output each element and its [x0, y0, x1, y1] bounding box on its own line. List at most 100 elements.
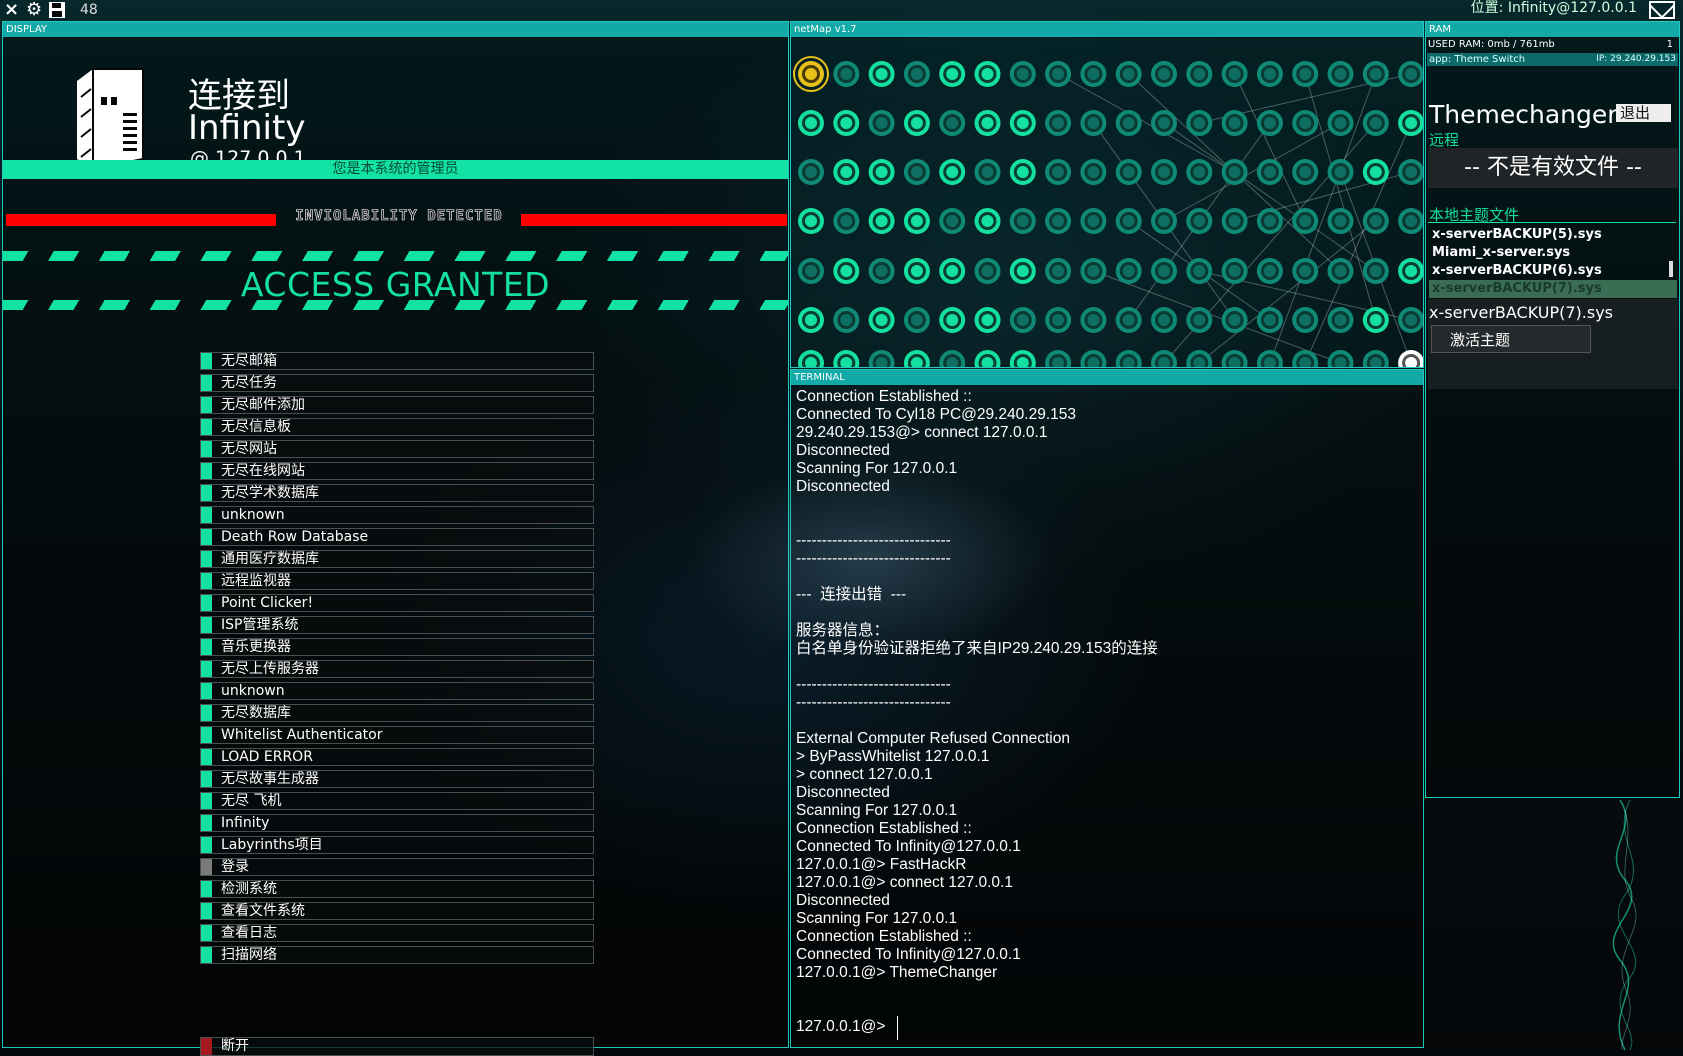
menu-item[interactable]: Death Row Database: [200, 528, 594, 546]
netmap-node[interactable]: [833, 307, 860, 333]
menu-item[interactable]: 无尽邮件添加: [200, 396, 594, 414]
netmap-node[interactable]: [1045, 208, 1072, 234]
menu-item[interactable]: 无尽故事生成器: [200, 770, 594, 788]
netmap-node[interactable]: [1009, 159, 1036, 185]
netmap-node[interactable]: [1362, 159, 1389, 185]
menu-item[interactable]: 检测系统: [200, 880, 594, 898]
netmap-node[interactable]: [1045, 61, 1072, 87]
netmap-node[interactable]: [1221, 159, 1248, 185]
menu-item[interactable]: unknown: [200, 506, 594, 524]
netmap-node[interactable]: [939, 159, 966, 185]
netmap-node[interactable]: [1115, 159, 1142, 185]
netmap-node[interactable]: [1151, 159, 1177, 185]
netmap-node[interactable]: [903, 61, 930, 87]
netmap-node[interactable]: [798, 159, 824, 185]
netmap-node[interactable]: [1080, 350, 1107, 367]
netmap-node[interactable]: [1256, 110, 1283, 136]
netmap-node[interactable]: [939, 61, 966, 87]
netmap-node[interactable]: [1292, 208, 1319, 234]
netmap-node[interactable]: [833, 350, 860, 367]
menu-item[interactable]: 通用医疗数据库: [200, 550, 594, 568]
menu-item[interactable]: LOAD ERROR: [200, 748, 594, 766]
menu-item[interactable]: 无尽信息板: [200, 418, 594, 436]
netmap-node[interactable]: [1186, 159, 1213, 185]
menu-item[interactable]: Infinity: [200, 814, 594, 832]
netmap-node[interactable]: [1186, 110, 1213, 136]
netmap-node[interactable]: [974, 258, 1001, 284]
netmap-node[interactable]: [939, 350, 966, 367]
netmap-node[interactable]: [1009, 258, 1036, 284]
netmap-node[interactable]: [1362, 61, 1389, 87]
menu-item[interactable]: 无尽 飞机: [200, 792, 594, 810]
netmap-node[interactable]: [1151, 110, 1177, 136]
netmap-node[interactable]: [1362, 110, 1389, 136]
menu-item[interactable]: 查看日志: [200, 924, 594, 942]
menu-item[interactable]: ISP管理系统: [200, 616, 594, 634]
netmap-node[interactable]: [939, 258, 966, 284]
netmap-node[interactable]: [1151, 307, 1177, 333]
netmap-node[interactable]: [1115, 208, 1142, 234]
netmap-node[interactable]: [1327, 307, 1354, 333]
netmap-node[interactable]: [1009, 350, 1036, 367]
netmap-node[interactable]: [1080, 159, 1107, 185]
menu-item[interactable]: 登录: [200, 858, 594, 876]
netmap-node[interactable]: [1256, 307, 1283, 333]
app-bar[interactable]: app: Theme Switch IP: 29.240.29.153: [1427, 53, 1678, 66]
netmap-node[interactable]: [1115, 307, 1142, 333]
netmap-node[interactable]: [833, 61, 860, 87]
netmap-node[interactable]: [903, 307, 930, 333]
netmap-node[interactable]: [833, 159, 860, 185]
netmap-node[interactable]: [939, 307, 966, 333]
menu-item[interactable]: 无尽邮箱: [200, 352, 594, 370]
netmap-node[interactable]: [1362, 258, 1389, 284]
netmap-node[interactable]: [974, 110, 1001, 136]
netmap-node[interactable]: [1151, 208, 1177, 234]
netmap-node[interactable]: [798, 258, 824, 284]
activate-theme-button[interactable]: 激活主题: [1431, 325, 1591, 353]
theme-file-item[interactable]: x-serverBACKUP(6).sys: [1429, 262, 1677, 280]
netmap-node[interactable]: [1327, 350, 1354, 367]
netmap-node[interactable]: [1186, 350, 1213, 367]
netmap-node[interactable]: [939, 208, 966, 234]
exit-button[interactable]: 退出: [1616, 104, 1671, 122]
netmap-node[interactable]: [1292, 307, 1319, 333]
netmap-node[interactable]: [868, 208, 895, 234]
netmap-node[interactable]: [868, 307, 895, 333]
netmap-node[interactable]: [1292, 61, 1319, 87]
netmap-node[interactable]: [1292, 350, 1319, 367]
netmap-node[interactable]: [868, 61, 895, 87]
netmap-node[interactable]: [1362, 307, 1389, 333]
menu-item[interactable]: 无尽数据库: [200, 704, 594, 722]
netmap-node[interactable]: [1221, 208, 1248, 234]
netmap-node-home[interactable]: [1398, 350, 1423, 367]
netmap-node[interactable]: [1398, 159, 1423, 185]
netmap-node[interactable]: [1327, 159, 1354, 185]
netmap-node[interactable]: [868, 350, 895, 367]
netmap-node[interactable]: [1221, 61, 1248, 87]
netmap-node[interactable]: [1151, 258, 1177, 284]
netmap-node[interactable]: [1398, 110, 1423, 136]
close-icon[interactable]: ×: [4, 0, 19, 20]
netmap-node[interactable]: [1186, 208, 1213, 234]
netmap-node[interactable]: [1327, 110, 1354, 136]
netmap-node[interactable]: [1256, 350, 1283, 367]
netmap-node[interactable]: [939, 110, 966, 136]
netmap-node[interactable]: [1045, 258, 1072, 284]
netmap-node[interactable]: [903, 110, 930, 136]
netmap-node[interactable]: [1256, 159, 1283, 185]
netmap-node[interactable]: [1398, 61, 1423, 87]
netmap-node[interactable]: [1186, 61, 1213, 87]
menu-item[interactable]: 无尽网站: [200, 440, 594, 458]
menu-item[interactable]: 扫描网络: [200, 946, 594, 964]
netmap-node[interactable]: [1327, 61, 1354, 87]
netmap-node[interactable]: [1221, 258, 1248, 284]
netmap-node[interactable]: [1045, 350, 1072, 367]
netmap-node[interactable]: [974, 61, 1001, 87]
netmap-node[interactable]: [903, 159, 930, 185]
netmap-node[interactable]: [798, 307, 824, 333]
menu-item[interactable]: Labyrinths项目: [200, 836, 594, 854]
menu-item[interactable]: 查看文件系统: [200, 902, 594, 920]
netmap-node[interactable]: [1115, 110, 1142, 136]
netmap-node[interactable]: [974, 307, 1001, 333]
disconnect-button[interactable]: 断开: [200, 1037, 594, 1056]
